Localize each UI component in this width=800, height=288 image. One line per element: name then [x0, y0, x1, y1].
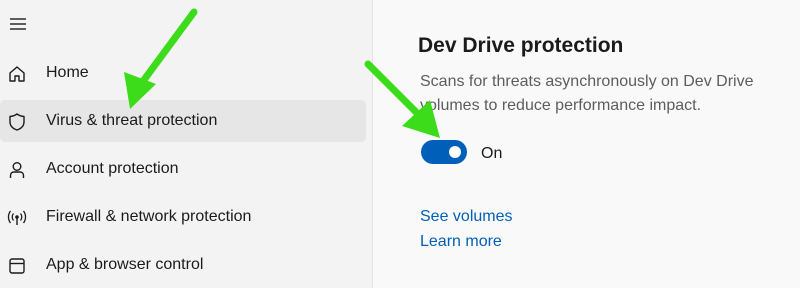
sidebar-item-firewall-network-protection[interactable]: Firewall & network protection	[0, 196, 366, 238]
sidebar-item-account-protection[interactable]: Account protection	[0, 148, 366, 190]
main-content: Dev Drive protection Scans for threats a…	[373, 0, 800, 288]
see-volumes-link[interactable]: See volumes	[420, 207, 513, 227]
sidebar-item-app-browser-control[interactable]: App & browser control	[0, 244, 366, 286]
home-icon	[6, 63, 28, 85]
section-description: Scans for threats asynchronously on Dev …	[420, 73, 754, 114]
person-icon	[6, 159, 28, 181]
sidebar-item-virus-threat-protection[interactable]: Virus & threat protection	[0, 100, 366, 142]
app-window-icon	[6, 255, 28, 277]
antenna-icon	[6, 207, 28, 229]
hamburger-menu-icon[interactable]	[8, 14, 28, 34]
shield-icon	[6, 111, 28, 133]
sidebar-item-label: Firewall & network protection	[46, 208, 252, 225]
sidebar-item-label: Virus & threat protection	[46, 112, 218, 129]
sidebar-item-label: Account protection	[46, 160, 179, 177]
sidebar-item-home[interactable]: Home	[0, 52, 366, 94]
learn-more-link[interactable]: Learn more	[420, 232, 502, 252]
sidebar-item-label: Home	[46, 64, 89, 81]
sidebar-item-label: App & browser control	[46, 256, 204, 273]
toggle-state-label: On	[481, 145, 503, 162]
navigation-sidebar: Home Virus & threat protection Account p…	[0, 0, 372, 288]
section-title: Dev Drive protection	[418, 34, 624, 57]
dev-drive-protection-toggle[interactable]	[421, 140, 467, 164]
toggle-knob	[449, 146, 461, 158]
